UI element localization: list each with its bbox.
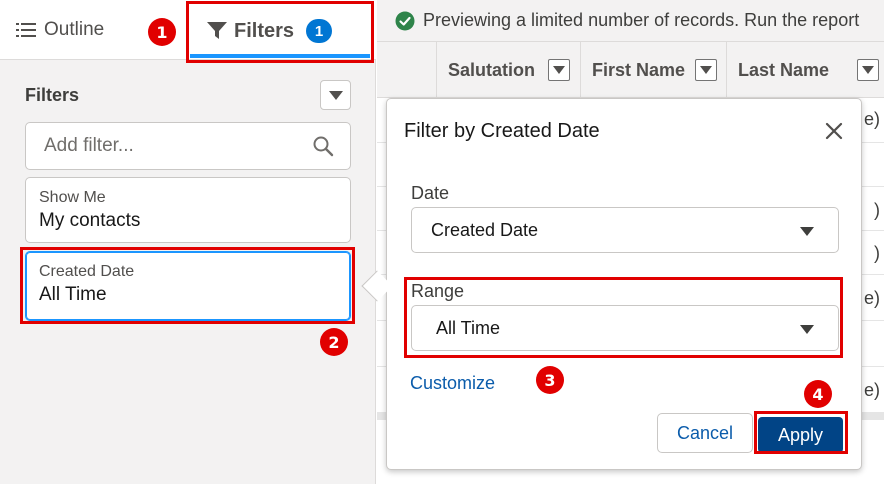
column-header-label: Salutation <box>448 59 536 80</box>
date-field-label: Date <box>411 183 450 203</box>
table-cell: e) <box>863 380 880 400</box>
table-cell: ) <box>874 243 880 263</box>
chevron-down-icon <box>862 66 874 74</box>
popover-title: Filter by Created Date <box>404 120 600 142</box>
table-cell: e) <box>863 288 880 308</box>
callout-highlight-filters-tab <box>186 1 374 63</box>
filter-card-label: Show Me <box>39 189 106 206</box>
chevron-down-icon <box>700 66 712 74</box>
check-circle-icon <box>395 11 415 30</box>
callout-step-badge: 4 <box>804 380 832 408</box>
filter-card-value: My contacts <box>39 210 141 231</box>
column-header-label: First Name <box>592 59 686 80</box>
callout-highlight-created-date-card <box>20 247 355 324</box>
preview-banner: Previewing a limited number of records. … <box>377 0 884 42</box>
chevron-down-icon <box>553 66 565 74</box>
report-grid-header: Salutation First Name Last Name <box>377 42 884 98</box>
column-header-first-name[interactable]: First Name <box>580 42 726 98</box>
column-header-label: Last Name <box>738 59 830 80</box>
column-menu-button[interactable] <box>548 59 570 81</box>
table-cell: ) <box>874 200 880 220</box>
date-select[interactable]: Created Date <box>411 207 839 253</box>
tab-outline[interactable]: Outline <box>16 16 104 44</box>
callout-step-badge: 3 <box>536 366 564 394</box>
column-menu-button[interactable] <box>857 59 879 81</box>
cancel-button[interactable]: Cancel <box>657 413 753 453</box>
callout-step-badge: 1 <box>148 18 176 46</box>
column-header-salutation[interactable]: Salutation <box>436 42 580 98</box>
table-cell: e) <box>863 109 880 129</box>
add-filter-placeholder: Add filter... <box>44 135 134 156</box>
add-filter-input[interactable]: Add filter... <box>25 122 351 170</box>
list-icon <box>16 23 36 37</box>
filters-sidebar: Outline Filters 1 Filters Add filter... … <box>0 0 376 484</box>
callout-step-badge: 2 <box>320 328 348 356</box>
customize-link[interactable]: Customize <box>410 373 495 394</box>
filter-card-show-me[interactable]: Show Me My contacts <box>25 177 351 243</box>
chevron-down-icon <box>328 90 343 100</box>
filters-menu-button[interactable] <box>320 80 351 110</box>
filters-heading: Filters <box>25 85 80 105</box>
callout-highlight-range-field <box>404 277 843 358</box>
column-menu-button[interactable] <box>695 59 717 81</box>
date-select-value: Created Date <box>431 219 539 240</box>
column-header-last-name[interactable]: Last Name <box>726 42 884 98</box>
chevron-down-icon <box>800 227 814 236</box>
preview-banner-text: Previewing a limited number of records. … <box>423 10 860 30</box>
search-icon <box>313 136 334 157</box>
tab-outline-label: Outline <box>44 19 105 40</box>
close-icon[interactable] <box>823 120 845 142</box>
callout-highlight-apply-button <box>754 411 848 454</box>
